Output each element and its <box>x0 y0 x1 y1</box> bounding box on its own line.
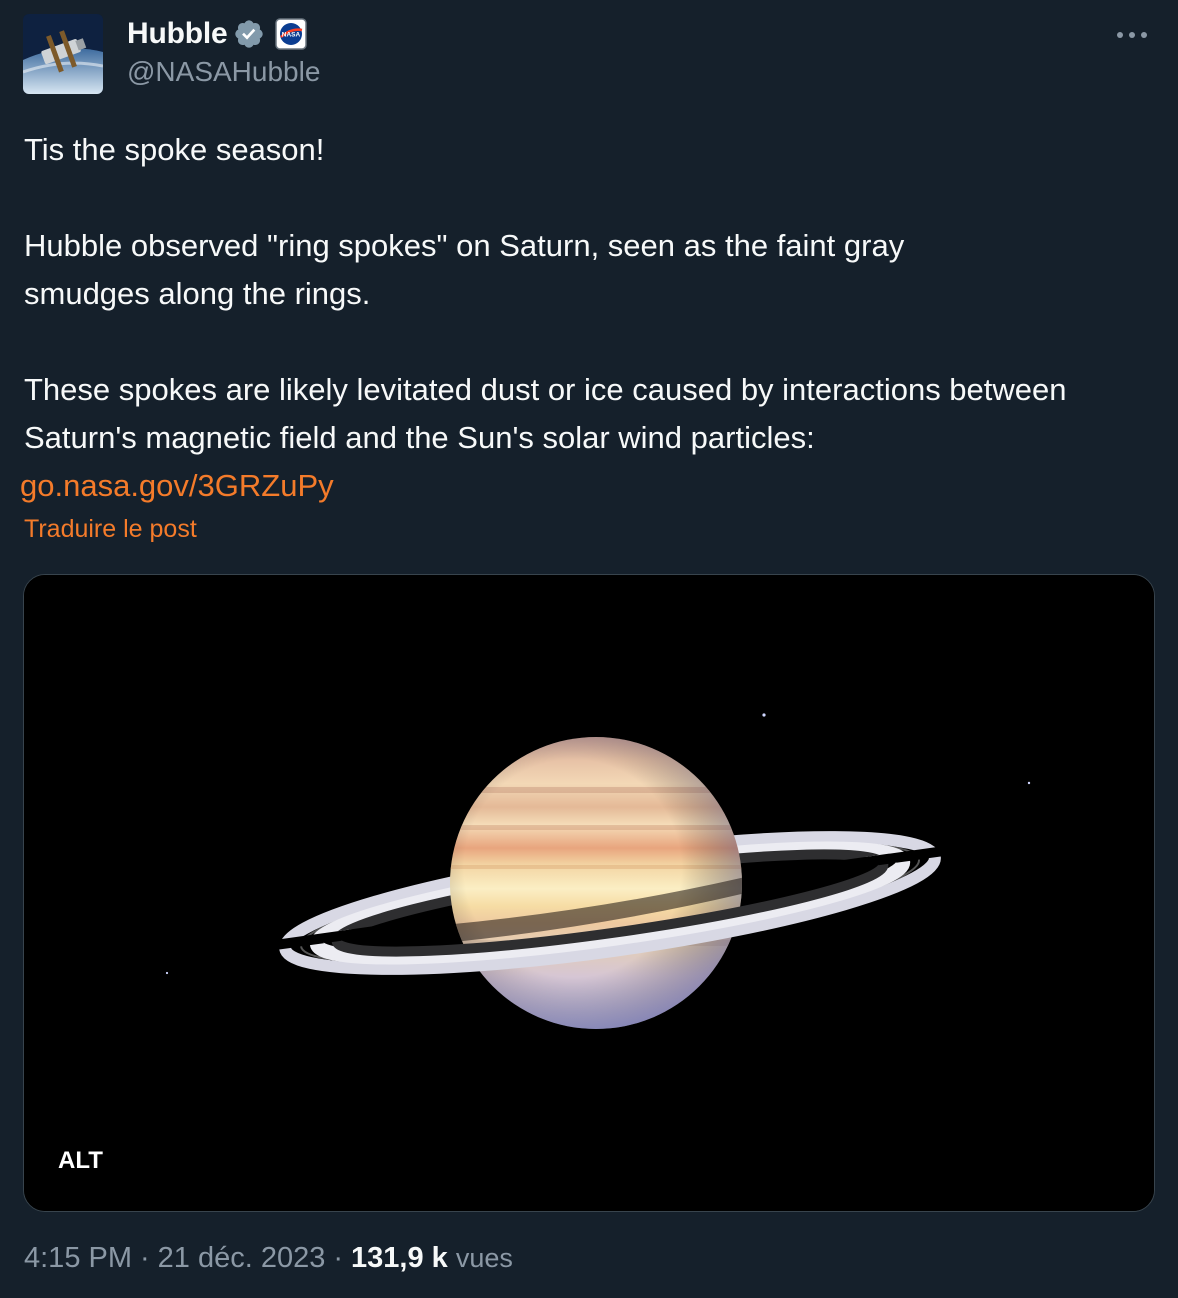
author-display-name[interactable]: Hubble <box>127 17 228 51</box>
views-count: 131,9 k <box>351 1242 448 1274</box>
tweet-media[interactable]: ALT <box>23 574 1155 1212</box>
tweet-time[interactable]: 4:15 PM <box>24 1242 132 1275</box>
tweet-line-1: Tis the spoke season! <box>24 132 325 167</box>
author-name-row[interactable]: Hubble NASA <box>127 14 308 54</box>
alt-text-badge[interactable]: ALT <box>46 1141 115 1181</box>
tweet-paragraph-2: Hubble observed "ring spokes" on Saturn,… <box>24 228 905 311</box>
verified-badge-icon[interactable] <box>233 18 265 50</box>
hubble-telescope-avatar <box>23 14 103 94</box>
avatar[interactable] <box>23 14 103 94</box>
meta-separator: · <box>333 1242 344 1274</box>
saturn-rings-image <box>24 575 1154 1211</box>
views-label: vues <box>455 1243 513 1273</box>
tweet-link[interactable]: go.nasa.gov/3GRZuPy <box>20 462 1144 510</box>
tweet-text: Tis the spoke season! Hubble observed "r… <box>20 126 1144 510</box>
svg-text:NASA: NASA <box>282 32 301 39</box>
meta-separator: · <box>140 1242 150 1274</box>
translate-post-link[interactable]: Traduire le post <box>24 515 197 544</box>
more-horizontal-icon <box>1117 32 1147 38</box>
nasa-logo-icon: NASA <box>275 18 308 50</box>
tweet-metadata: 4:15 PM · 21 déc. 2023 · 131,9 k vues <box>24 1242 513 1275</box>
author-handle[interactable]: @NASAHubble <box>127 56 320 88</box>
more-options-button[interactable] <box>1112 20 1152 50</box>
tweet-date[interactable]: 21 déc. 2023 <box>158 1242 326 1275</box>
tweet-paragraph-3: These spokes are likely levitated dust o… <box>24 372 1067 455</box>
